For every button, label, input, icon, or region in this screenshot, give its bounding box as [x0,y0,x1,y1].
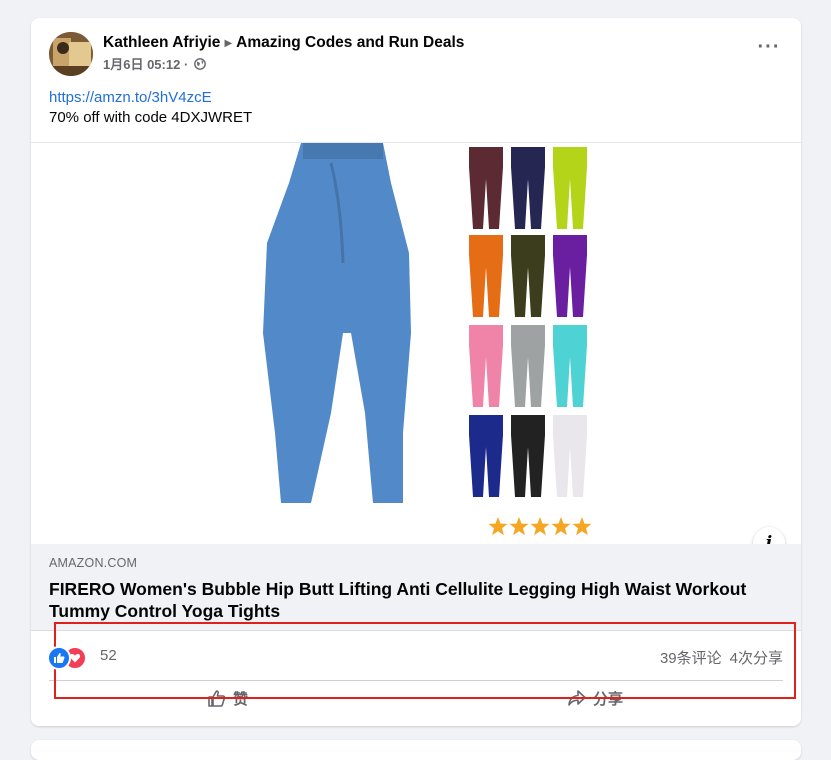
globe-icon [194,58,206,70]
swatch-legging [553,235,587,317]
swatch-legging [469,235,503,317]
swatch-legging [553,147,587,229]
swatch-legging [511,235,545,317]
link-title[interactable]: FIRERO Women's Bubble Hip Butt Lifting A… [49,578,769,622]
action-bar: 赞 分享 [31,688,801,720]
product-image [263,143,592,536]
color-swatches [469,147,587,497]
rating-stars [488,517,592,536]
header-text: Kathleen Afriyie ▶ Amazing Codes and Run D… [103,34,464,74]
link-preview-meta[interactable]: AMAZON.COM FIRERO Women's Bubble Hip But… [31,544,801,631]
swatch-legging [469,415,503,497]
comment-count[interactable]: 39条评论 [660,650,722,667]
reactions-bar: 52 39条评论 4次分享 [47,644,783,670]
caret-right-icon: ▶ [224,38,233,49]
star-icon [488,517,508,536]
star-icon [572,517,592,536]
swatch-legging [469,147,503,229]
post-header: Kathleen Afriyie ▶ Amazing Codes and Run D… [31,18,801,88]
post-card: Kathleen Afriyie ▶ Amazing Codes and Run D… [31,18,801,726]
post-meta: 1月6日 05:12 · [103,56,464,74]
author-line: Kathleen Afriyie ▶ Amazing Codes and Run D… [103,34,464,54]
next-post-card [31,740,801,760]
thumbs-up-icon [208,690,226,707]
like-icon [47,646,71,670]
share-count[interactable]: 4次分享 [730,650,783,667]
star-icon [551,517,571,536]
divider [49,680,783,681]
group-name[interactable]: Amazing Codes and Run Deals [236,34,464,51]
swatch-legging [511,415,545,497]
like-button[interactable]: 赞 [207,688,248,718]
swatch-legging [511,147,545,229]
avatar-image [49,32,93,76]
author-name[interactable]: Kathleen Afriyie [103,34,220,51]
link-domain: AMAZON.COM [49,556,138,570]
star-icon [509,517,529,536]
post-timestamp[interactable]: 1月6日 05:12 [103,57,180,72]
main-legging [263,143,411,503]
meta-separator: · [183,57,189,72]
post-body: https://amzn.to/3hV4zcE 70% off with cod… [49,88,252,128]
more-options-button[interactable]: ··· [755,37,783,62]
author-avatar[interactable] [49,32,93,76]
swatch-legging [511,325,545,407]
share-button-label: 分享 [593,691,624,708]
post-text: 70% off with code 4DXJWRET [49,109,253,126]
engagement-stats: 39条评论 4次分享 [660,647,783,668]
reaction-count[interactable]: 52 [100,647,117,664]
star-icon [530,517,550,536]
reaction-icons[interactable] [47,646,93,670]
swatch-legging [469,325,503,407]
link-preview-image[interactable]: i [31,142,801,559]
share-button[interactable]: 分享 [567,688,623,718]
like-button-label: 赞 [233,691,249,708]
swatch-legging [553,325,587,407]
swatch-legging [553,415,587,497]
post-url-link[interactable]: https://amzn.to/3hV4zcE [49,88,252,108]
share-arrow-icon [568,690,586,706]
